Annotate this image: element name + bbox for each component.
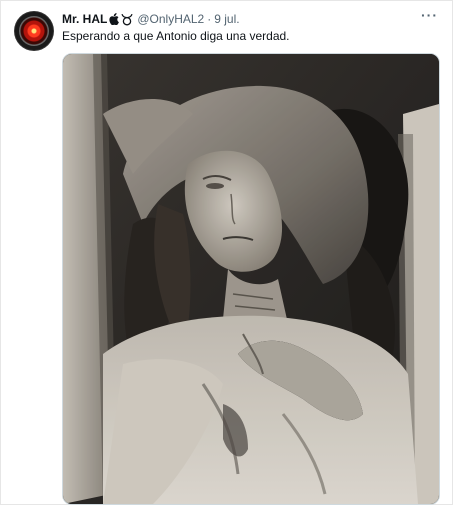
name-badges <box>109 13 133 26</box>
tweet-text: Esperando a que Antonio diga una verdad. <box>62 29 290 43</box>
hal9000-eye-icon <box>19 16 49 46</box>
tweet-card[interactable]: Mr. HAL @OnlyHAL2 · 9 jul. ··· Esperando… <box>0 0 453 505</box>
display-name[interactable]: Mr. HAL <box>62 12 107 26</box>
separator-dot: · <box>207 12 212 26</box>
more-options-icon[interactable]: ··· <box>421 8 438 22</box>
taurus-icon <box>121 13 133 25</box>
apple-icon <box>109 13 120 25</box>
tweet-date[interactable]: 9 jul. <box>214 12 239 26</box>
user-handle[interactable]: @OnlyHAL2 <box>137 12 204 26</box>
avatar[interactable] <box>15 12 53 50</box>
tweet-header: Mr. HAL @OnlyHAL2 · 9 jul. <box>62 12 240 26</box>
tweet-photo[interactable] <box>62 53 440 505</box>
mummy-photo-illustration <box>63 54 439 504</box>
